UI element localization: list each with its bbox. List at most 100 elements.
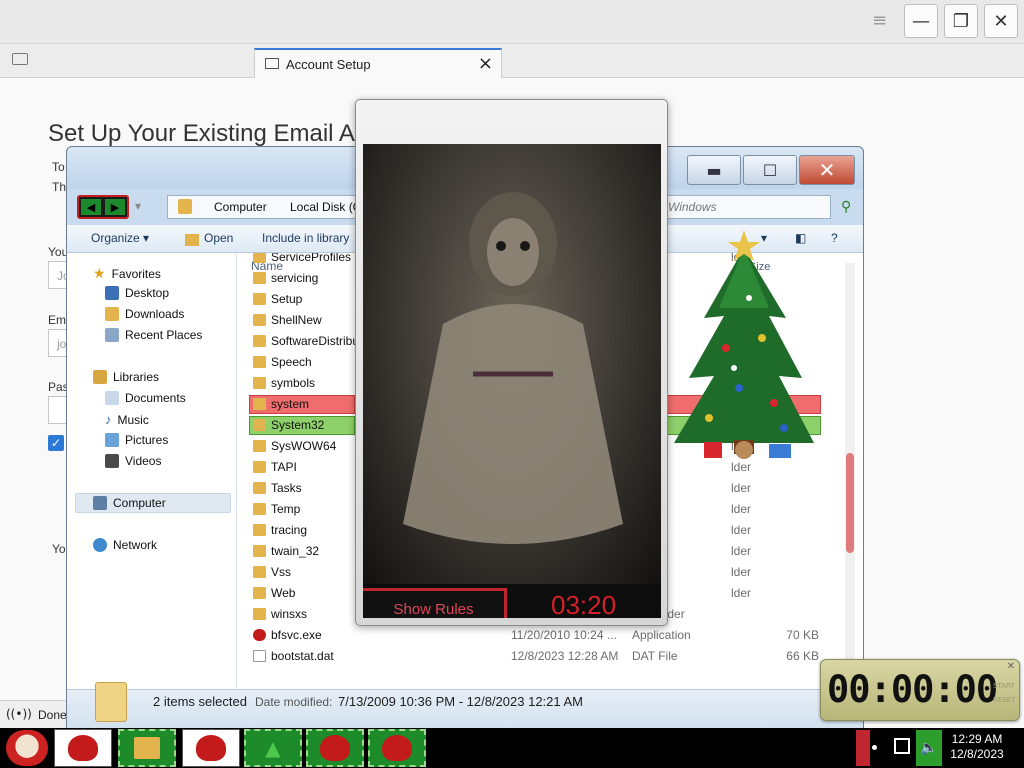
tab-close-icon[interactable]: × [478,53,493,74]
breadcrumb-local-disk[interactable]: Local Disk (C [290,200,361,214]
remember-password-checkbox[interactable]: ✓ [48,435,64,451]
file-type-partial: lder [731,502,752,516]
file-date: 11/20/2010 10:24 ... [511,628,617,642]
nav-label: Libraries [113,370,160,384]
vertical-scrollbar[interactable] [845,263,855,683]
clock-date: 12/8/2023 [950,747,1004,761]
nav-music[interactable]: ♪ Music [105,412,149,427]
maximize-button[interactable]: ❐ [944,4,978,38]
file-name: symbols [271,376,316,390]
show-desktop-button[interactable] [856,730,870,766]
nav-libraries[interactable]: Libraries [93,370,159,384]
music-note-icon: ♪ [105,412,112,427]
nav-buttons[interactable]: ◀ ▶ [77,195,129,219]
folder-icon [253,587,266,599]
nav-downloads[interactable]: Downloads [105,307,184,321]
file-name: System32 [271,418,325,432]
back-arrow-icon[interactable]: ◀ [81,199,101,215]
folder-icon [253,461,266,473]
tray-indicator-icon [872,745,877,750]
nav-desktop[interactable]: Desktop [105,286,169,300]
close-button[interactable]: ✕ [984,4,1018,38]
explorer-maximize-button[interactable]: ☐ [743,155,797,185]
status-text: Done [38,708,67,722]
organize-menu[interactable]: Organize ▾ [91,231,149,245]
file-name: SoftwareDistribu [271,334,360,348]
video-frame: Show Rules 03:20 [363,144,661,618]
taskbar-app-1[interactable] [54,729,112,767]
start-button[interactable] [6,730,48,766]
breadcrumb-computer[interactable]: Computer [214,200,267,214]
stopwatch-gadget[interactable]: 00:00:00 ✕ START RESET [820,659,1020,721]
tab-account-setup[interactable]: Account Setup × [254,48,502,79]
show-rules-button[interactable]: Show Rules [363,588,507,618]
taskbar-app-3[interactable] [182,729,240,767]
scrollbar-thumb[interactable] [846,453,854,553]
page-title: Set Up Your Existing Email A [48,120,355,147]
network-tray-icon[interactable] [894,738,910,754]
reset-button[interactable]: RESET [993,696,1015,704]
nav-label: Videos [125,454,162,468]
minimize-button[interactable]: — [904,4,938,38]
folder-icon[interactable] [12,53,28,65]
ram-head-icon [196,735,226,761]
folder-icon [253,377,266,389]
folder-icon [253,503,266,515]
table-row[interactable]: bfsvc.exe 11/20/2010 10:24 ... Application… [247,625,847,646]
explorer-close-button[interactable]: ✕ [799,155,855,185]
nav-computer[interactable]: Computer [93,496,166,510]
file-type: Application [632,628,691,642]
search-input[interactable]: Windows [663,195,831,219]
start-button[interactable]: START [993,682,1015,690]
recent-pages-dropdown-icon[interactable]: ▾ [135,199,141,213]
file-name: Temp [271,502,301,516]
nav-pictures[interactable]: Pictures [105,433,168,447]
nav-network[interactable]: Network [93,538,157,552]
search-icon[interactable]: ⚲ [841,199,851,215]
nav-recent-places[interactable]: Recent Places [105,328,202,342]
open-button[interactable]: Open [204,231,233,245]
taskbar-app-6[interactable] [368,729,426,767]
nav-label: Documents [125,391,186,405]
taskbar-explorer[interactable] [118,729,176,767]
search-placeholder: Windows [668,200,717,214]
network-icon [93,538,107,552]
stopwatch-display: 00:00:00 [827,668,998,711]
explorer-minimize-button[interactable]: ▬ [687,155,741,185]
include-in-library-menu[interactable]: Include in library [262,231,349,245]
gadget-close-icon[interactable]: ✕ [1007,661,1015,672]
folder-icon [253,419,266,431]
taskbar-app-4[interactable]: ▲ [244,729,302,767]
file-type-partial: lder [731,523,752,537]
forward-arrow-icon[interactable]: ▶ [105,199,125,215]
selection-count: 2 items selected [153,694,247,709]
taskbar-app-5[interactable] [306,729,364,767]
videos-icon [105,454,119,468]
file-name: Setup [271,292,303,306]
table-row[interactable]: bootstat.dat 12/8/2023 12:28 AM DAT File 66… [247,646,847,667]
email-placeholder: jo [57,337,67,351]
girl-figure-image [403,192,623,544]
show-rules-label: Show Rules [393,601,474,618]
file-name: twain_32 [271,544,320,558]
nav-videos[interactable]: Videos [105,454,161,468]
video-overlay-window[interactable]: Show Rules 03:20 [355,99,668,626]
file-name: SysWOW64 [271,439,337,453]
nav-label: Pictures [125,433,169,447]
file-icon [253,650,266,662]
downloads-folder-icon [105,307,119,321]
taskbar-clock[interactable]: 12:29 AM 12/8/2023 [944,732,1010,762]
folder-icon [253,272,266,284]
application-icon [253,629,266,641]
folder-icon [253,398,266,410]
volume-tray-icon[interactable]: 🔈 [916,730,942,766]
folder-icon [253,356,266,368]
folder-icon [253,524,266,536]
nav-favorites[interactable]: ★ Favorites [93,265,161,282]
folder-icon [253,440,266,452]
folder-icon [253,335,266,347]
file-size: 70 KB [786,628,819,642]
nav-documents[interactable]: Documents [105,391,186,405]
hamburger-menu-icon[interactable]: ≡ [872,10,887,31]
file-type-partial: lder [731,565,752,579]
